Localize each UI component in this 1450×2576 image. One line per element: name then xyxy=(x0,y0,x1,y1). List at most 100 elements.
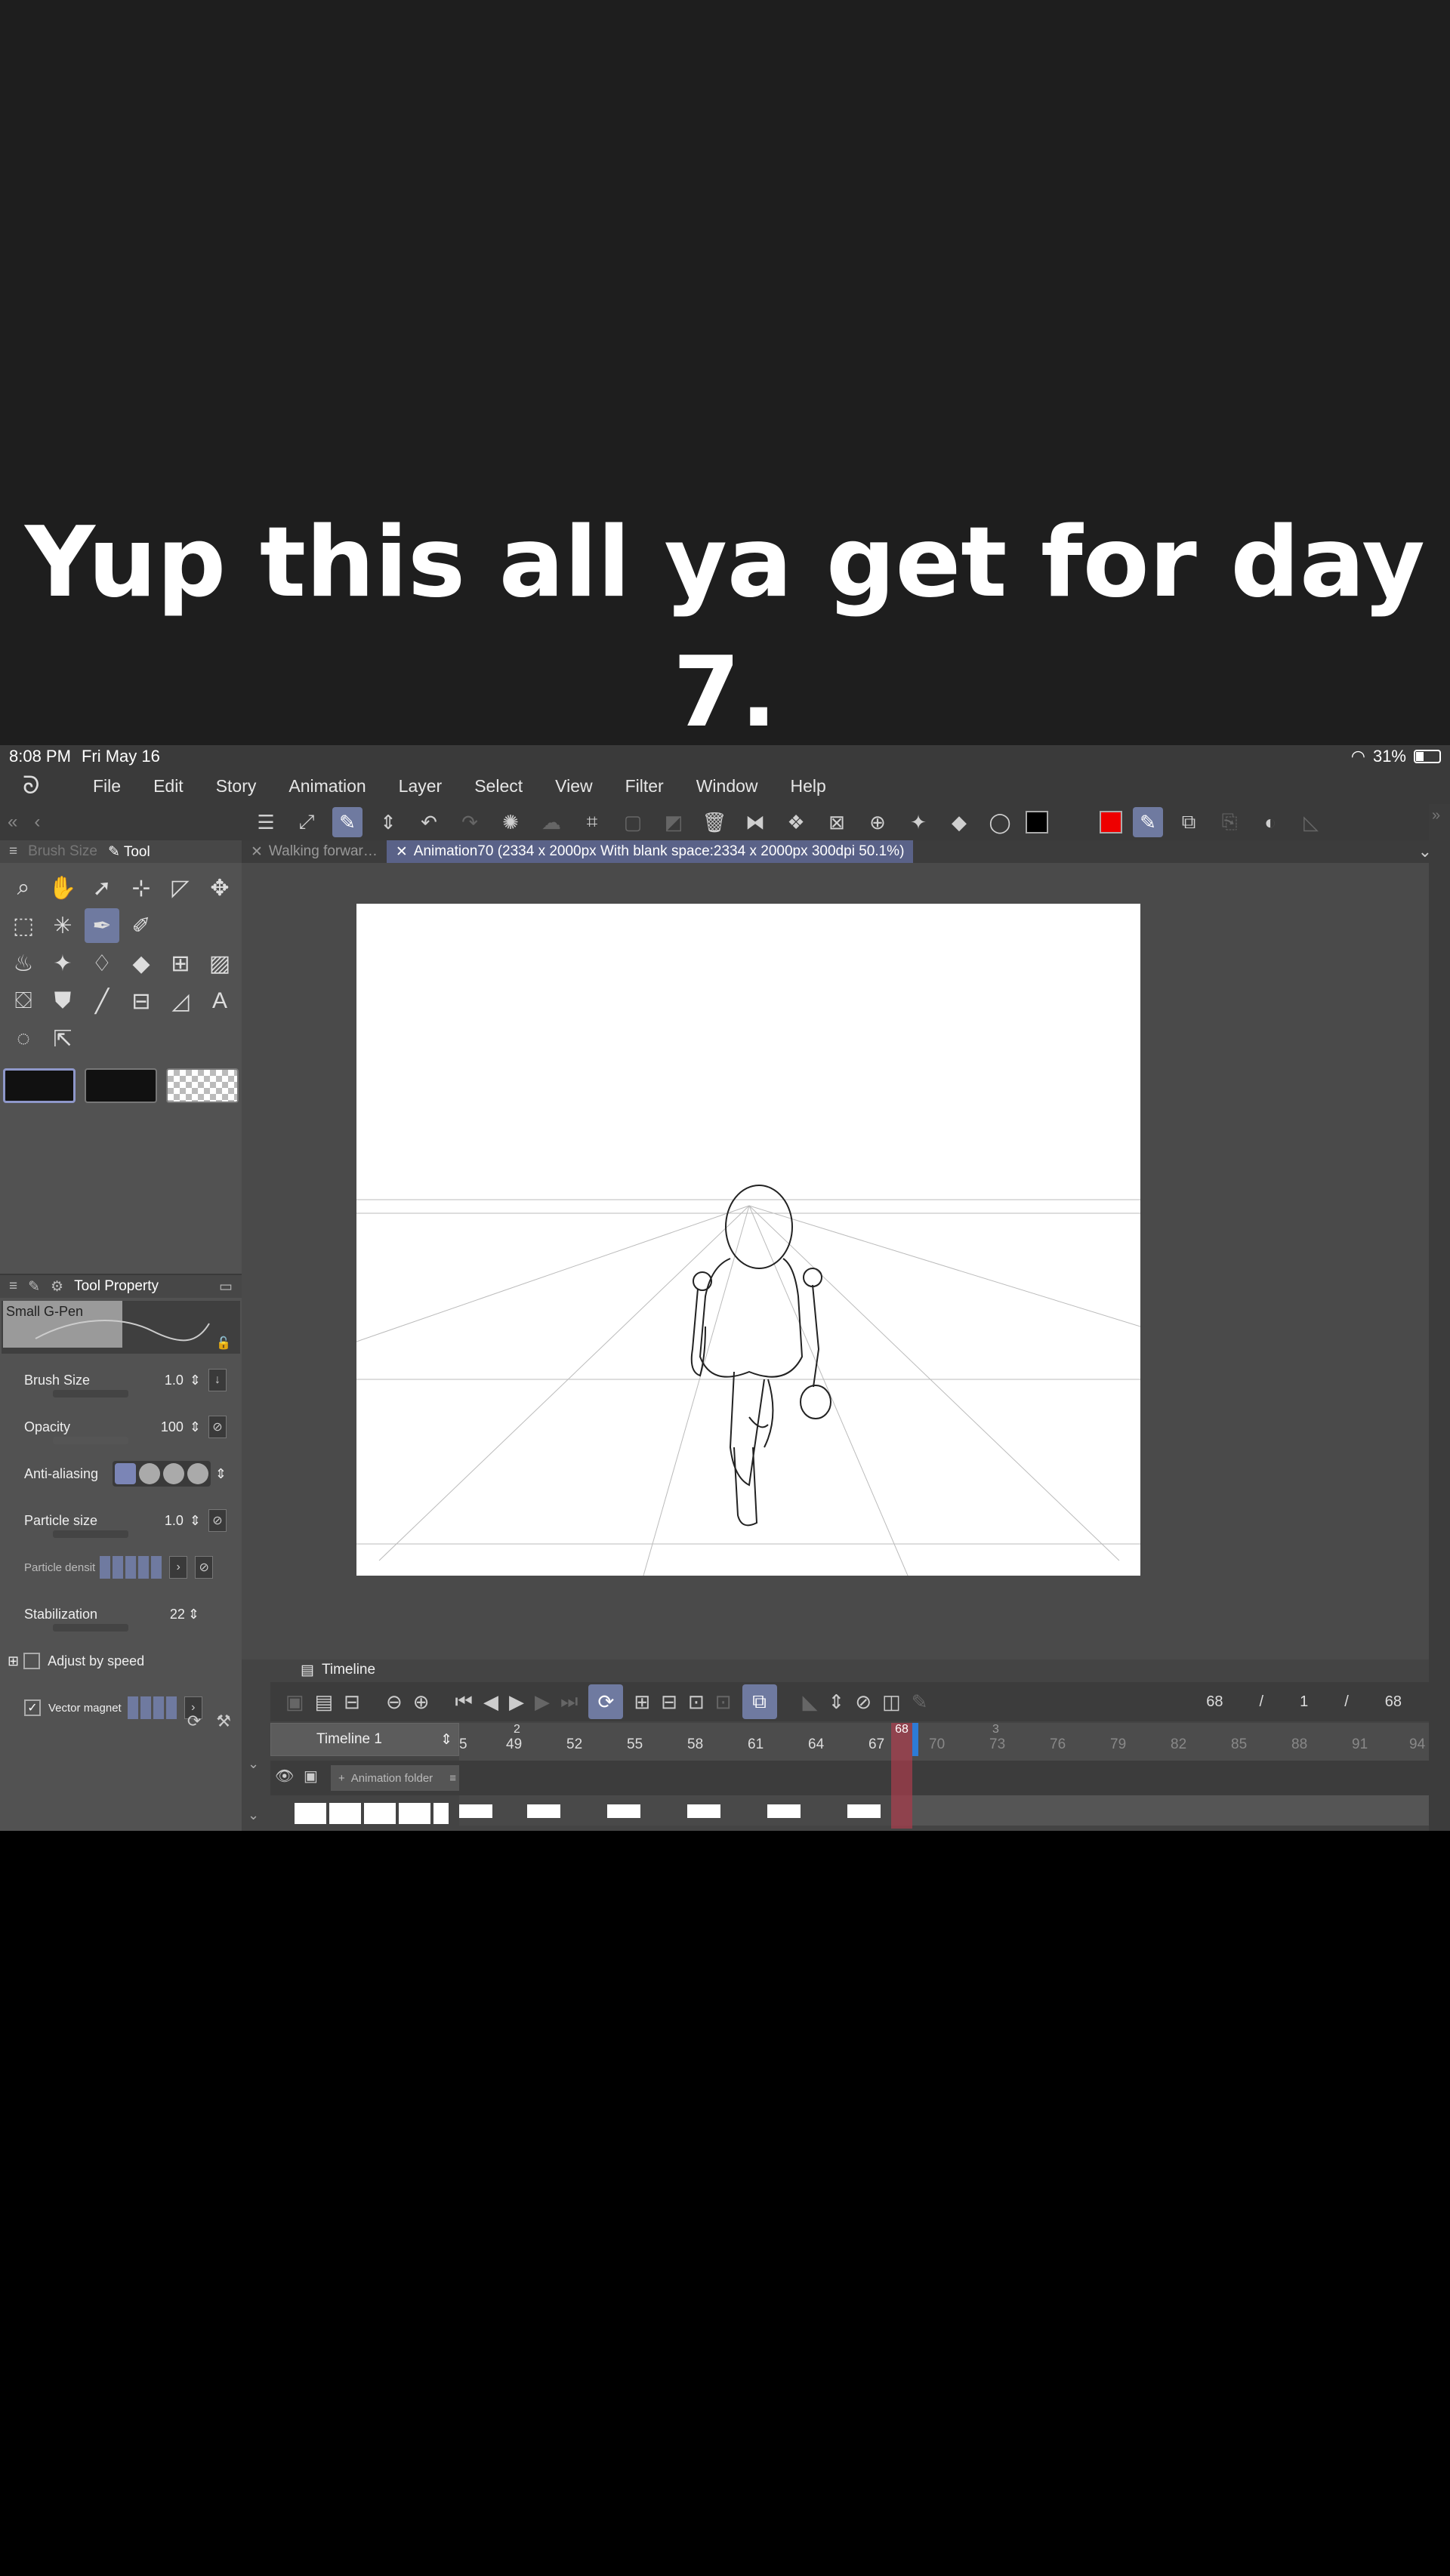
fit-canvas-icon[interactable]: ⤢ xyxy=(292,807,322,837)
vector-magnet-checkbox[interactable]: ✓ xyxy=(24,1699,41,1716)
menu-window[interactable]: Window xyxy=(696,776,758,797)
last-frame-icon[interactable]: ⏭ xyxy=(560,1690,578,1714)
undo-icon[interactable]: ↶ xyxy=(414,807,444,837)
fill-alt-icon[interactable]: ⛊ xyxy=(45,984,80,1018)
zoom-out-icon[interactable]: ⊖ xyxy=(386,1690,403,1714)
particle-density-slider[interactable] xyxy=(100,1556,162,1579)
opacity-value[interactable]: 100 xyxy=(161,1419,184,1435)
new-timeline-icon[interactable]: ▣ xyxy=(285,1690,304,1714)
auto-select-icon[interactable]: ✳ xyxy=(45,908,80,943)
stepper-icon[interactable]: ⇕ xyxy=(190,1373,201,1388)
brush-tab-icon[interactable]: ✎ xyxy=(28,1278,40,1296)
figure-icon[interactable]: ⊞ xyxy=(163,946,198,981)
opacity-slider[interactable] xyxy=(53,1437,128,1444)
vector-magnet-slider[interactable] xyxy=(127,1696,177,1719)
menu-file[interactable]: File xyxy=(93,776,121,797)
cel[interactable] xyxy=(847,1804,881,1818)
playhead[interactable] xyxy=(891,1723,912,1829)
next-frame-icon[interactable]: ▶ xyxy=(535,1690,550,1714)
stepper-icon[interactable]: ⇕ xyxy=(188,1607,199,1622)
toggle-icon[interactable]: ⇕ xyxy=(373,807,403,837)
prev-frame-icon[interactable]: ◀ xyxy=(483,1690,498,1714)
ruler-alt-icon[interactable]: ◿ xyxy=(163,984,198,1018)
antialiasing-selector[interactable] xyxy=(112,1461,211,1487)
clear-icon[interactable]: 🗑 xyxy=(699,807,730,837)
thumbnail[interactable] xyxy=(433,1803,449,1824)
current-frame[interactable]: 68 xyxy=(1206,1693,1223,1711)
new-folder-icon[interactable]: ⊟ xyxy=(344,1690,360,1714)
keyframe-icon[interactable]: ◣ xyxy=(803,1690,818,1714)
adjust-by-speed-checkbox[interactable] xyxy=(23,1653,41,1669)
collapse-left-icon[interactable]: « xyxy=(8,812,17,833)
sub-tool-black[interactable] xyxy=(85,1068,157,1103)
stabilization-slider[interactable] xyxy=(53,1624,128,1632)
aa-mid[interactable] xyxy=(162,1463,184,1484)
move-layer-icon[interactable]: ⊹ xyxy=(124,870,159,905)
animation-folder-label[interactable]: + Animation folder ≡ xyxy=(331,1765,459,1791)
pen-mode-icon[interactable]: ✎ xyxy=(1133,807,1163,837)
tab-animation70[interactable]: ✕ Animation70 (2334 x 2000px With blank … xyxy=(386,840,914,863)
selection-icon[interactable]: ⬚ xyxy=(6,908,41,943)
close-icon[interactable]: ✕ xyxy=(396,843,408,861)
zoom-selection-icon[interactable]: ⊕ xyxy=(862,807,893,837)
particle-size-value[interactable]: 1.0 xyxy=(165,1513,184,1529)
decoration-icon[interactable]: ✦ xyxy=(45,946,80,981)
stepper-icon[interactable]: ⇕ xyxy=(215,1466,227,1482)
cel-track[interactable] xyxy=(459,1795,1429,1826)
move-icon[interactable]: ✥ xyxy=(202,870,237,905)
thumbnail[interactable] xyxy=(399,1803,430,1824)
sparkle-icon[interactable]: ✦ xyxy=(903,807,933,837)
chevron-down-icon[interactable]: ⌄ xyxy=(248,1756,259,1772)
edit-mode-icon[interactable]: ✎ xyxy=(332,807,362,837)
density-dynamics-icon[interactable]: ⊘ xyxy=(195,1556,214,1579)
ruler-icon[interactable]: ◺ xyxy=(1296,807,1326,837)
collapse-right-icon[interactable]: » xyxy=(1432,807,1440,824)
cel[interactable] xyxy=(527,1804,560,1818)
opacity-dynamics-icon[interactable]: ⊘ xyxy=(208,1416,227,1438)
main-color-swatch[interactable] xyxy=(1026,811,1048,834)
eye-icon[interactable]: 👁 xyxy=(275,1767,294,1786)
loading-icon[interactable]: ✺ xyxy=(495,807,526,837)
animation-folder-track[interactable]: 👁 ▣ + Animation folder ≡ xyxy=(270,1761,1429,1795)
lock-icon[interactable]: 🔓 xyxy=(216,1336,231,1351)
brush-size-slider[interactable] xyxy=(53,1390,128,1397)
transform-icon[interactable]: ❖ xyxy=(781,807,811,837)
end-frame[interactable]: 68 xyxy=(1385,1693,1402,1711)
thumbnail[interactable] xyxy=(295,1803,326,1824)
zoom-icon[interactable]: ⌕ xyxy=(6,870,41,905)
correct-line-icon[interactable]: ⇱ xyxy=(45,1021,80,1056)
aa-weak[interactable] xyxy=(138,1463,160,1484)
invert-selection-icon[interactable]: ◩ xyxy=(659,807,689,837)
scale-icon[interactable]: ⊠ xyxy=(822,807,852,837)
show-onion-icon[interactable]: ⧉ xyxy=(742,1684,777,1719)
menu-icon[interactable]: ☰ xyxy=(251,807,281,837)
panel-menu-icon[interactable]: ≡ xyxy=(9,1278,17,1295)
tab-tool[interactable]: ✎ Tool xyxy=(108,843,150,861)
stepper-icon[interactable]: ⇕ xyxy=(190,1419,201,1435)
new-cel-icon[interactable]: ⊞ xyxy=(634,1690,650,1714)
stepper-icon[interactable]: ⇕ xyxy=(440,1731,452,1749)
lasso-icon[interactable]: ◯ xyxy=(985,807,1015,837)
menu-animation[interactable]: Animation xyxy=(288,776,366,797)
thumbnail[interactable] xyxy=(364,1803,396,1824)
line-icon[interactable]: ╱ xyxy=(85,984,119,1018)
particle-dynamics-icon[interactable]: ⊘ xyxy=(208,1509,227,1532)
cel[interactable] xyxy=(767,1804,801,1818)
cel[interactable] xyxy=(607,1804,640,1818)
particle-size-slider[interactable] xyxy=(53,1530,128,1538)
blend-icon[interactable]: ♢ xyxy=(85,946,119,981)
app-logo-icon[interactable]: ᘐ xyxy=(23,772,60,800)
eraser-icon[interactable]: ◆ xyxy=(944,807,974,837)
tab-brush-size[interactable]: Brush Size xyxy=(28,843,97,860)
lasso-fill-icon[interactable]: ☁ xyxy=(536,807,566,837)
drawing-canvas[interactable] xyxy=(356,904,1141,1576)
pencil-icon[interactable]: ✎ xyxy=(912,1690,928,1714)
sub-tool-transparent[interactable] xyxy=(166,1068,239,1103)
stabilization-value[interactable]: 22 xyxy=(170,1607,185,1622)
close-icon[interactable]: ✕ xyxy=(251,843,263,861)
menu-story[interactable]: Story xyxy=(216,776,257,797)
cel[interactable] xyxy=(459,1804,492,1818)
pen-icon[interactable]: ✒ xyxy=(85,908,119,943)
aa-none[interactable] xyxy=(114,1463,136,1484)
menu-view[interactable]: View xyxy=(555,776,592,797)
